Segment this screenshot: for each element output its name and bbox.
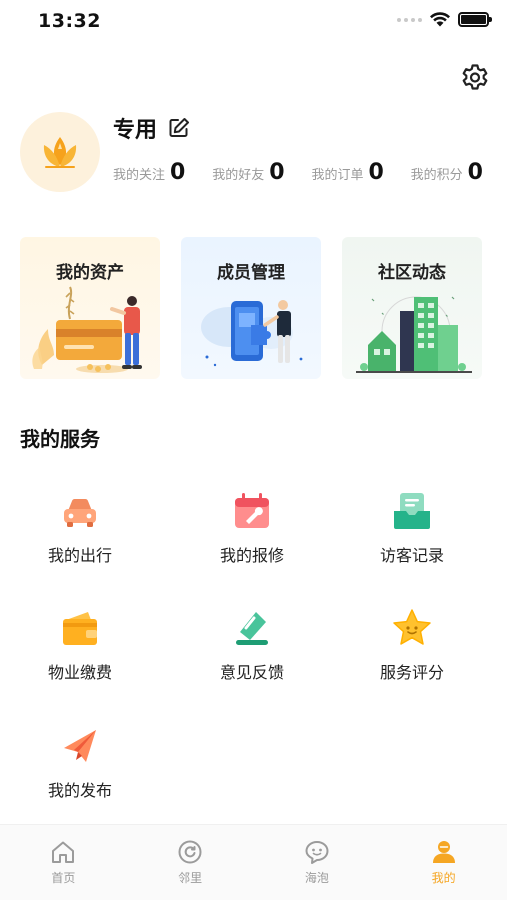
stat-orders[interactable]: 我的订单 0 — [311, 162, 383, 184]
stat-label: 我的好友 — [212, 168, 265, 183]
members-illustration-icon — [201, 300, 303, 367]
service-my-travel[interactable]: 我的出行 — [0, 489, 160, 589]
status-time: 13:32 — [38, 10, 101, 32]
gear-icon — [462, 64, 488, 90]
community-illustration-icon — [356, 296, 472, 373]
service-label: 物业缴费 — [47, 663, 112, 682]
settings-button[interactable] — [459, 62, 491, 94]
card-my-assets[interactable]: 我的资产 — [20, 237, 160, 379]
star-icon — [393, 609, 431, 645]
service-label: 我的发布 — [47, 781, 112, 800]
send-icon — [64, 730, 96, 762]
stat-value: 0 — [368, 160, 384, 185]
stat-points[interactable]: 我的积分 0 — [411, 162, 483, 184]
profile-icon — [432, 841, 455, 863]
tab-bar: 首页 邻里 海泡 我的 — [0, 824, 507, 900]
status-bar: 13:32 — [0, 0, 507, 44]
car-icon — [64, 498, 96, 527]
assets-illustration-icon — [32, 286, 142, 373]
stat-value: 0 — [467, 160, 483, 185]
card-title: 我的资产 — [56, 263, 124, 283]
stat-following[interactable]: 我的关注 0 — [113, 162, 185, 184]
service-label: 访客记录 — [379, 546, 444, 565]
stat-label: 我的订单 — [311, 168, 364, 183]
card-title: 社区动态 — [378, 263, 446, 283]
tab-neighbor[interactable]: 邻里 — [127, 825, 254, 900]
visitor-icon — [394, 493, 430, 529]
stat-friends[interactable]: 我的好友 0 — [212, 162, 284, 184]
stats-row: 我的关注 0 我的好友 0 我的订单 0 我的积分 0 — [113, 162, 483, 184]
tab-bubble[interactable]: 海泡 — [254, 825, 381, 900]
service-label: 意见反馈 — [219, 663, 284, 682]
service-label: 我的报修 — [219, 546, 284, 565]
service-my-repair[interactable]: 我的报修 — [172, 489, 332, 589]
status-icons — [397, 12, 492, 27]
home-icon — [52, 841, 75, 863]
bubble-icon — [305, 841, 329, 864]
edit-icon[interactable] — [167, 116, 191, 140]
repair-icon — [235, 493, 269, 528]
service-my-posts[interactable]: 我的发布 — [0, 724, 160, 824]
lotus-icon — [43, 137, 77, 168]
service-rating[interactable]: 服务评分 — [332, 606, 492, 706]
signal-icon — [397, 17, 422, 22]
card-member-management[interactable]: 成员管理 — [181, 237, 321, 379]
tab-label: 我的 — [431, 871, 456, 885]
avatar[interactable] — [20, 112, 100, 192]
service-visitor-records[interactable]: 访客记录 — [332, 489, 492, 589]
neighbor-icon — [178, 840, 202, 864]
stat-value: 0 — [269, 160, 285, 185]
feedback-icon — [236, 612, 268, 645]
stat-value: 0 — [170, 160, 186, 185]
battery-icon — [458, 12, 492, 27]
card-title: 成员管理 — [217, 263, 285, 283]
profile-name-row: 专用 — [113, 112, 191, 144]
service-property-payment[interactable]: 物业缴费 — [0, 606, 160, 706]
service-label: 服务评分 — [379, 663, 444, 682]
tab-label: 邻里 — [178, 871, 203, 885]
wifi-icon — [430, 12, 450, 27]
tab-home[interactable]: 首页 — [0, 825, 127, 900]
wallet-icon — [63, 612, 97, 645]
card-community-news[interactable]: 社区动态 — [342, 237, 482, 379]
feature-cards: 我的资产 成员管理 社区动态 — [20, 237, 482, 379]
tab-mine[interactable]: 我的 — [380, 825, 507, 900]
services-title: 我的服务 — [20, 427, 100, 451]
stat-label: 我的积分 — [410, 168, 463, 183]
service-label: 我的出行 — [47, 546, 112, 565]
profile-name: 专用 — [113, 118, 158, 143]
tab-label: 首页 — [51, 871, 76, 885]
tab-label: 海泡 — [304, 871, 329, 885]
stat-label: 我的关注 — [113, 168, 166, 183]
service-feedback[interactable]: 意见反馈 — [172, 606, 332, 706]
